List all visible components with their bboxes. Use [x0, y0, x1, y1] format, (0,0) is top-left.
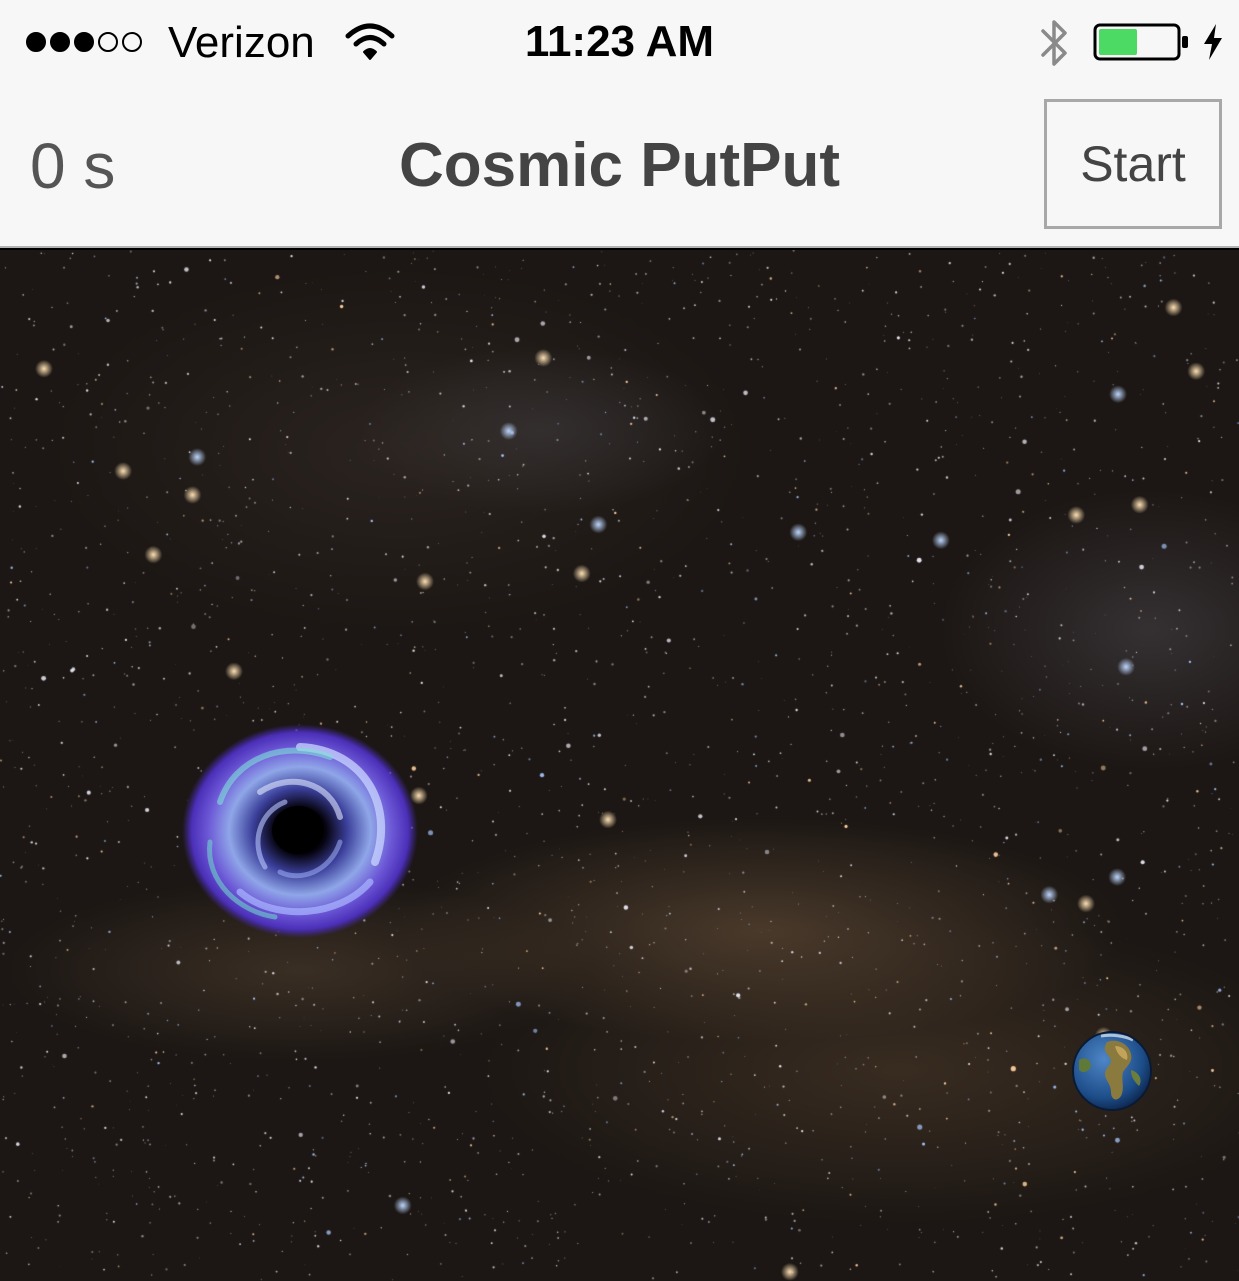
timer-label: 0 s	[30, 130, 116, 202]
start-button[interactable]: Start	[1044, 99, 1222, 229]
status-bar: Verizon 11:23 AM	[0, 0, 1239, 88]
app-screen: Verizon 11:23 AM 0 s Cosmic PutPut Start	[0, 0, 1239, 1281]
bluetooth-icon	[1041, 20, 1067, 66]
earth-icon	[1072, 1031, 1152, 1111]
black-hole-icon	[182, 724, 418, 938]
navigation-bar: 0 s Cosmic PutPut Start	[0, 88, 1239, 248]
charging-icon	[1204, 24, 1222, 60]
battery-icon	[1093, 23, 1188, 61]
game-area[interactable]	[0, 250, 1239, 1281]
